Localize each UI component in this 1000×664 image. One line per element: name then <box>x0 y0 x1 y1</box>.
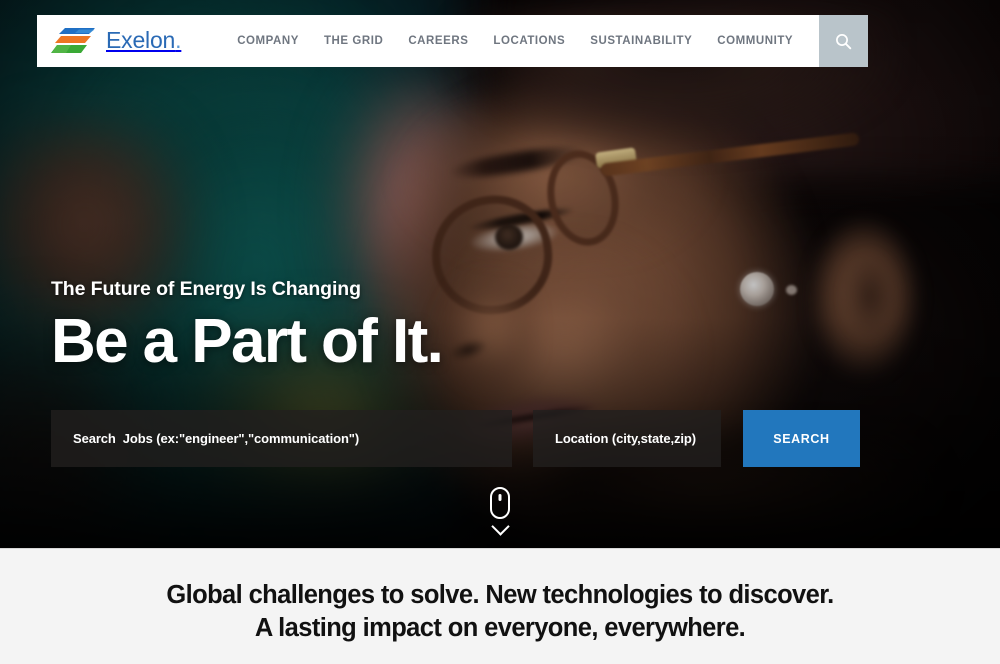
hero-banner: Exelon. COMPANY THE GRID CAREERS LOCATIO… <box>0 0 1000 548</box>
header-search-button[interactable] <box>819 15 868 67</box>
brand-logo-link[interactable]: Exelon. <box>37 15 182 67</box>
chevron-down-icon <box>490 517 510 536</box>
brand-name-text: Exelon <box>106 26 176 53</box>
intro-section: Global challenges to solve. New technolo… <box>0 548 1000 664</box>
hero-text-block: The Future of Energy Is Changing Be a Pa… <box>51 278 951 373</box>
scroll-down-indicator[interactable] <box>0 487 1000 536</box>
nav-link-locations[interactable]: LOCATIONS <box>493 35 565 47</box>
nav-link-sustainability[interactable]: SUSTAINABILITY <box>590 35 692 47</box>
job-keywords-input[interactable] <box>51 410 512 467</box>
exelon-swoosh-logo-icon <box>51 28 95 53</box>
brand-wordmark: Exelon. <box>106 26 182 54</box>
nav-link-the-grid[interactable]: THE GRID <box>324 35 383 47</box>
intro-headline-line-2: A lasting impact on everyone, everywhere… <box>254 613 746 642</box>
nav-link-careers[interactable]: CAREERS <box>408 35 468 47</box>
job-search-form: SEARCH <box>51 410 860 467</box>
nav-link-community[interactable]: COMMUNITY <box>717 35 793 47</box>
main-navigation: COMPANY THE GRID CAREERS LOCATIONS SUSTA… <box>181 15 819 67</box>
hero-headline: Be a Part of It. <box>51 307 444 376</box>
job-search-submit-button[interactable]: SEARCH <box>743 410 860 467</box>
job-location-input[interactable] <box>533 410 721 467</box>
nav-link-company[interactable]: COMPANY <box>237 35 299 47</box>
intro-headline-line-1: Global challenges to solve. New technolo… <box>166 580 834 609</box>
mouse-icon <box>490 487 510 519</box>
search-icon <box>836 33 852 49</box>
site-header: Exelon. COMPANY THE GRID CAREERS LOCATIO… <box>37 15 868 67</box>
hero-kicker: The Future of Energy Is Changing <box>51 278 361 300</box>
